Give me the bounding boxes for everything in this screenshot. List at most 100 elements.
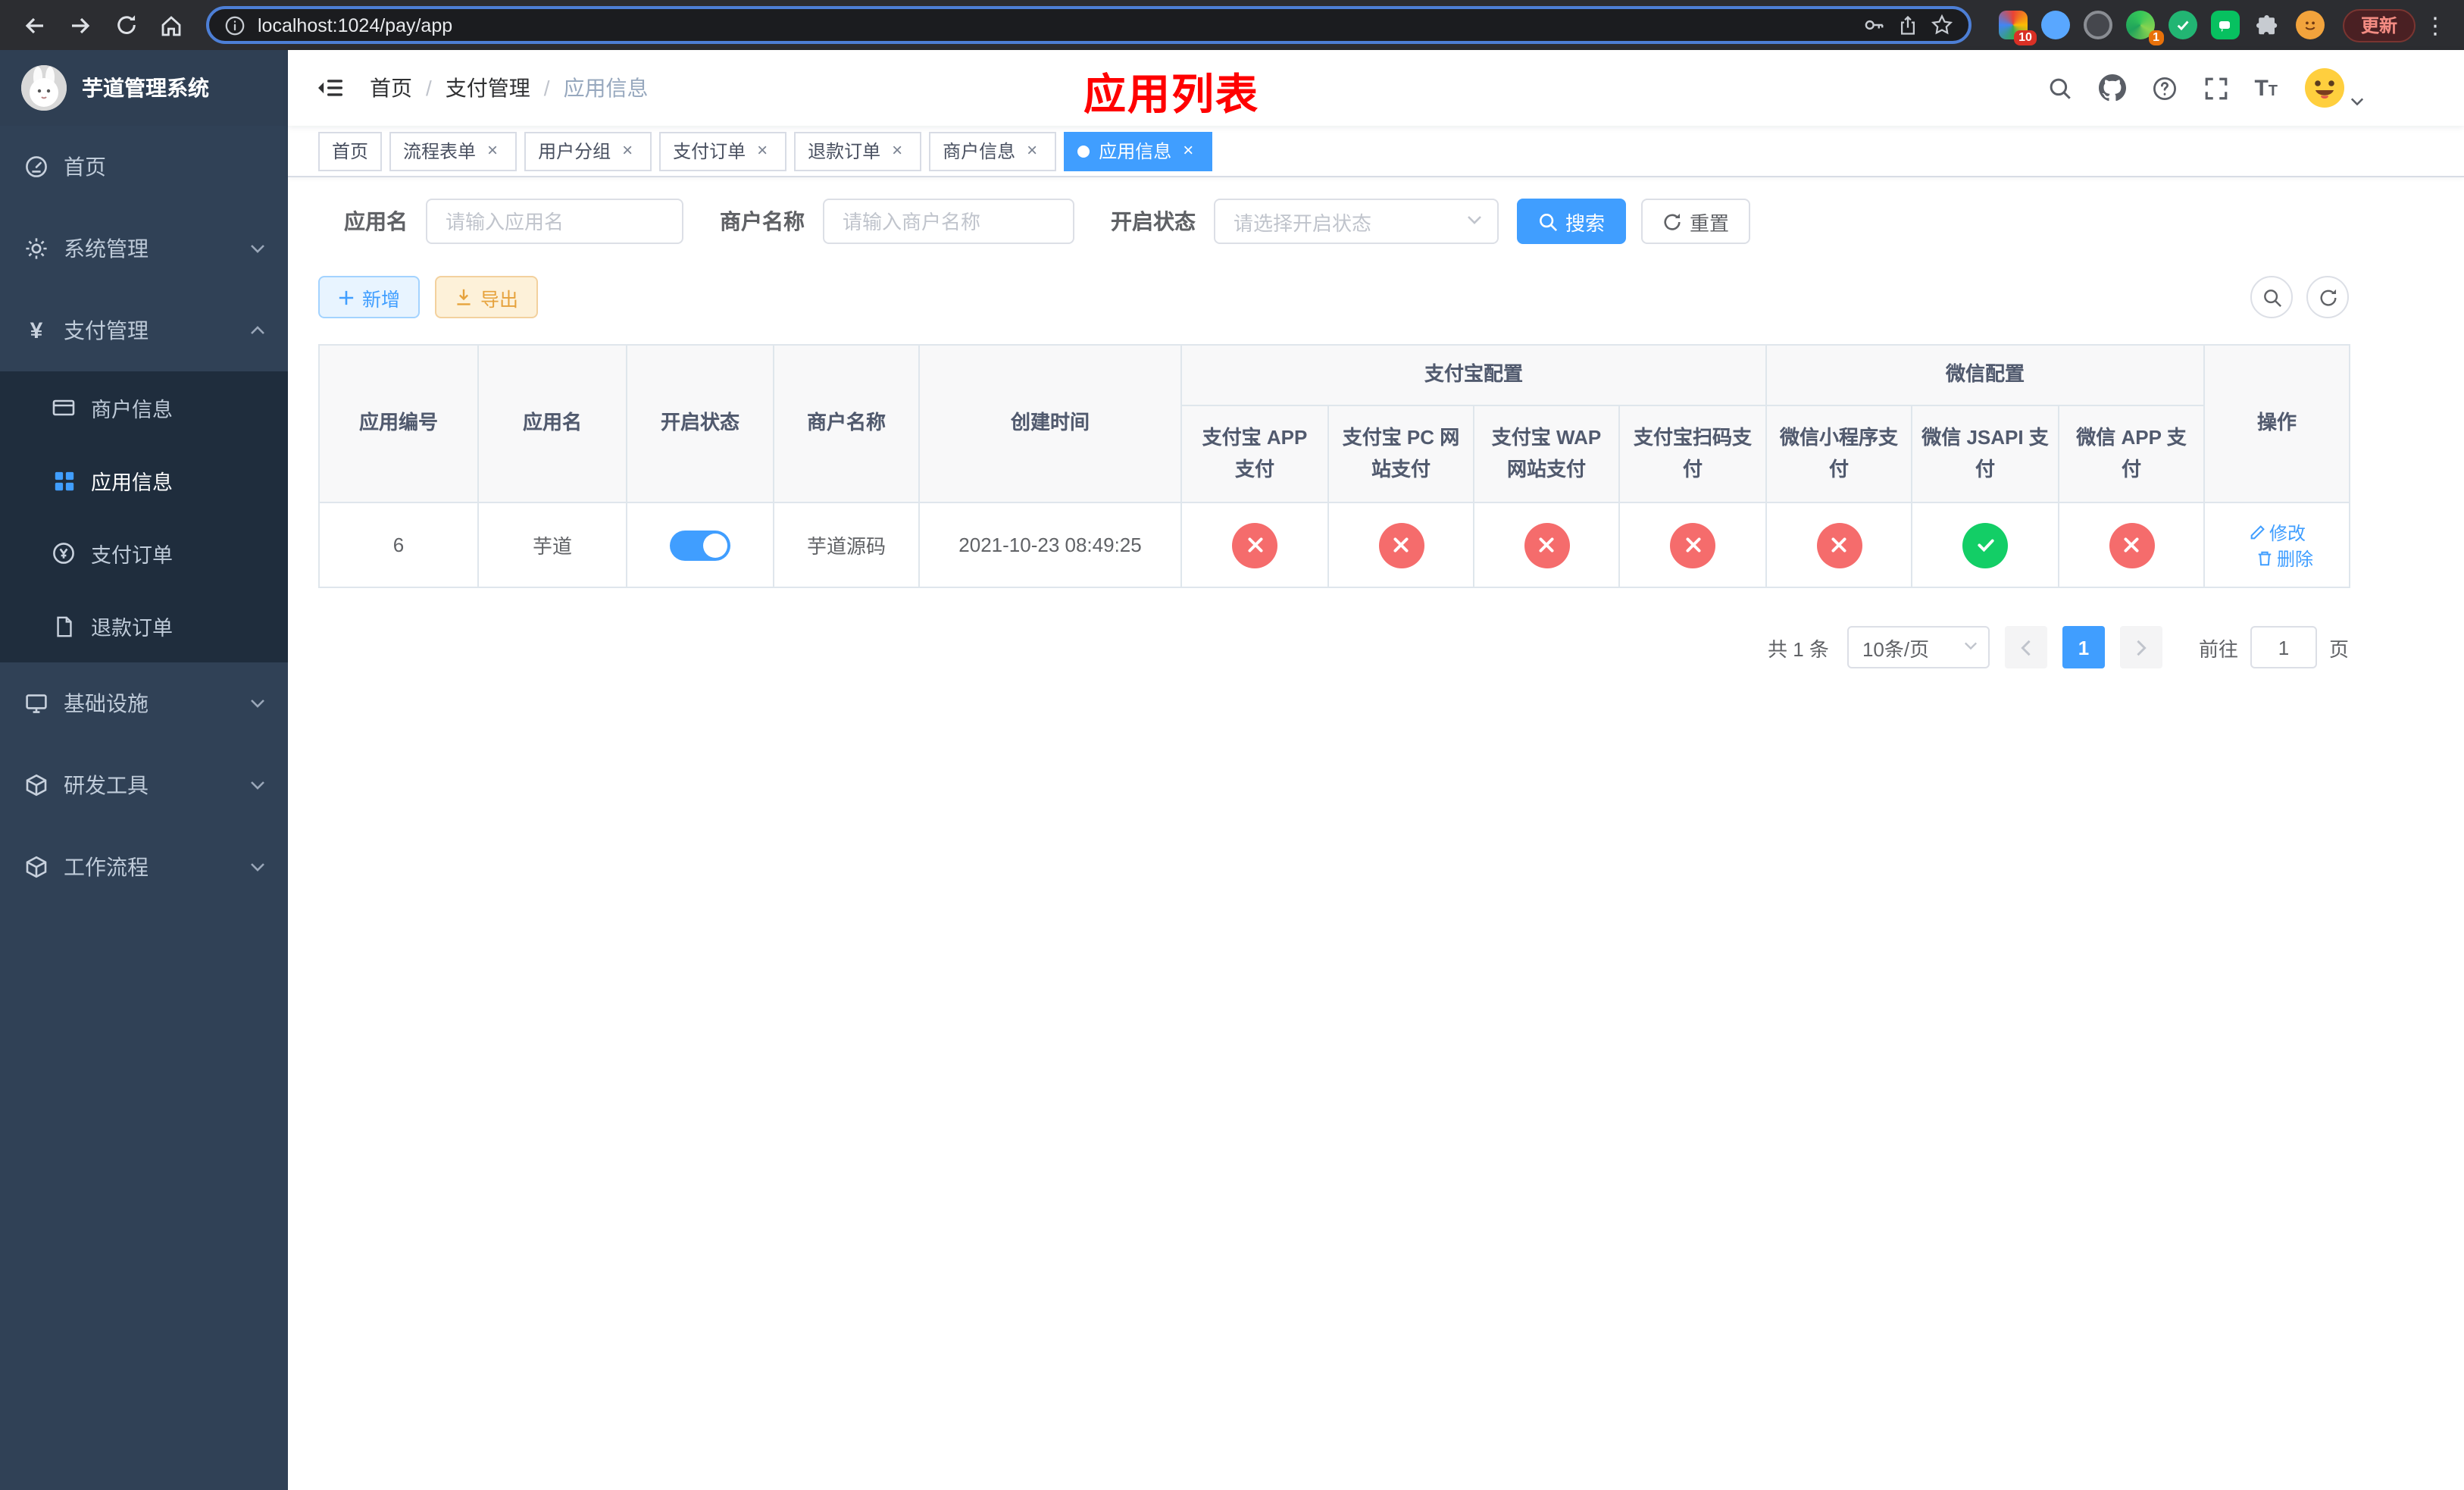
page-size-select[interactable]: 10条/页 xyxy=(1846,626,1990,668)
column-header: 创建时间 xyxy=(920,346,1182,503)
tab-app-info[interactable]: 应用信息 × xyxy=(1064,131,1213,171)
browser-update-button[interactable]: 更新 xyxy=(2342,8,2416,42)
back-icon[interactable] xyxy=(15,5,55,45)
extension-icon[interactable]: 10 xyxy=(1998,11,2037,45)
github-icon[interactable] xyxy=(2098,74,2126,102)
sidebar-fold-icon[interactable] xyxy=(311,70,350,106)
sidebar-item-refund-orders[interactable]: 退款订单 xyxy=(0,590,288,662)
navbar-actions: TT xyxy=(2047,67,2364,109)
export-button[interactable]: 导出 xyxy=(435,276,539,318)
tab-user-group[interactable]: 用户分组 × xyxy=(524,131,652,171)
sidebar-item-home[interactable]: 首页 xyxy=(0,126,288,208)
cell-created: 2021-10-23 08:49:25 xyxy=(920,503,1182,588)
dashboard-icon xyxy=(23,155,50,179)
chevron-down-icon xyxy=(250,244,265,253)
channel-status-icon xyxy=(1232,522,1277,568)
refresh-table-icon[interactable] xyxy=(2306,276,2349,318)
password-key-icon[interactable] xyxy=(1862,14,1885,36)
page-number-button[interactable]: 1 xyxy=(2062,626,2105,668)
tab-refund-orders[interactable]: 退款订单 × xyxy=(794,131,922,171)
close-icon[interactable]: × xyxy=(1177,139,1199,161)
sidebar-item-pay-orders[interactable]: 支付订单 xyxy=(0,517,288,590)
tab-merchant-info[interactable]: 商户信息 × xyxy=(929,131,1057,171)
delete-link[interactable]: 删除 xyxy=(2256,545,2313,571)
browser-menu-icon[interactable]: ⋮ xyxy=(2422,11,2449,39)
site-info-icon[interactable] xyxy=(224,14,245,36)
breadcrumb-item[interactable]: 首页 xyxy=(370,73,412,103)
cell-merchant: 芋道源码 xyxy=(774,503,920,588)
sidebar-item-workflow[interactable]: 工作流程 xyxy=(0,826,288,908)
grid-icon xyxy=(50,469,77,492)
document-icon xyxy=(50,615,77,637)
column-header: 支付宝扫码支付 xyxy=(1620,406,1768,503)
extension-icon[interactable] xyxy=(2083,11,2112,39)
goto-page-input[interactable] xyxy=(2250,626,2317,668)
extension-icon[interactable]: 1 xyxy=(2125,11,2164,45)
sidebar-item-label: 应用信息 xyxy=(91,471,173,494)
refresh-icon xyxy=(1662,211,1682,231)
user-avatar[interactable] xyxy=(2303,67,2364,109)
toggle-search-icon[interactable] xyxy=(2250,276,2293,318)
font-size-icon[interactable]: TT xyxy=(2254,77,2278,99)
close-icon[interactable]: × xyxy=(1021,139,1043,161)
status-toggle[interactable] xyxy=(670,530,730,560)
next-page-button[interactable] xyxy=(2119,626,2162,668)
tab-pay-orders[interactable]: 支付订单 × xyxy=(659,131,787,171)
share-icon[interactable] xyxy=(1897,14,1918,36)
breadcrumb-item[interactable]: 支付管理 xyxy=(446,73,530,103)
extension-icon[interactable] xyxy=(2040,11,2070,39)
add-button[interactable]: 新增 xyxy=(318,276,421,318)
forward-icon[interactable] xyxy=(61,5,100,45)
prev-page-button[interactable] xyxy=(2004,626,2047,668)
breadcrumb-separator: / xyxy=(426,76,432,100)
sidebar-item-label: 支付管理 xyxy=(64,318,149,343)
tab-home[interactable]: 首页 xyxy=(318,131,383,171)
tab-process-form[interactable]: 流程表单 × xyxy=(389,131,518,171)
close-icon[interactable]: × xyxy=(886,139,908,161)
close-icon[interactable]: × xyxy=(617,139,638,161)
app-logo[interactable]: 芋道管理系统 xyxy=(0,50,288,126)
help-icon[interactable] xyxy=(2151,75,2177,101)
sidebar-item-merchant-info[interactable]: 商户信息 xyxy=(0,371,288,444)
sidebar-item-app-info[interactable]: 应用信息 xyxy=(0,444,288,517)
fullscreen-icon[interactable] xyxy=(2203,75,2228,101)
sidebar-item-dev-tools[interactable]: 研发工具 xyxy=(0,744,288,826)
add-button-label: 新增 xyxy=(362,289,401,310)
extension-icon[interactable] xyxy=(2168,11,2197,39)
channel-status-icon xyxy=(1378,522,1424,568)
puzzle-extensions-icon[interactable] xyxy=(2253,11,2282,39)
reload-icon[interactable] xyxy=(106,5,145,45)
close-icon[interactable]: × xyxy=(752,139,773,161)
sidebar-item-system[interactable]: 系统管理 xyxy=(0,208,288,290)
chevron-up-icon xyxy=(250,326,265,335)
edit-link[interactable]: 修改 xyxy=(2248,519,2306,545)
app-title: 芋道管理系统 xyxy=(82,76,209,100)
address-bar[interactable]: localhost:1024/pay/app xyxy=(206,6,1972,44)
close-icon[interactable]: × xyxy=(482,139,503,161)
search-button[interactable]: 搜索 xyxy=(1517,199,1627,244)
pagination-total: 共 1 条 xyxy=(1768,637,1829,660)
merchant-name-input[interactable] xyxy=(823,199,1074,244)
tab-label: 退款订单 xyxy=(808,141,881,162)
extension-icon[interactable] xyxy=(2210,11,2240,39)
gear-icon xyxy=(23,236,50,261)
app-name-input[interactable] xyxy=(426,199,683,244)
monitor-icon xyxy=(23,691,50,715)
column-header: 开启状态 xyxy=(627,346,774,503)
page-content: 应用名 商户名称 开启状态 请选择开启状态 xyxy=(288,177,2464,1490)
sidebar-item-payment[interactable]: ¥ 支付管理 xyxy=(0,290,288,371)
sidebar-item-label: 基础设施 xyxy=(64,691,149,715)
search-icon[interactable] xyxy=(2047,75,2072,101)
download-icon xyxy=(455,288,473,306)
channel-status-icon xyxy=(1816,522,1862,568)
extensions-area: 10 1 xyxy=(1987,11,2337,45)
tab-label: 首页 xyxy=(332,141,369,162)
profile-avatar-icon[interactable] xyxy=(2295,11,2325,39)
reset-button[interactable]: 重置 xyxy=(1641,199,1751,244)
status-select[interactable]: 请选择开启状态 xyxy=(1214,199,1499,244)
home-icon[interactable] xyxy=(152,5,191,45)
bookmark-star-icon[interactable] xyxy=(1931,14,1953,36)
breadcrumb-separator: / xyxy=(543,76,550,100)
sidebar-item-infrastructure[interactable]: 基础设施 xyxy=(0,662,288,744)
table-toolbar: 新增 导出 xyxy=(318,276,2349,318)
